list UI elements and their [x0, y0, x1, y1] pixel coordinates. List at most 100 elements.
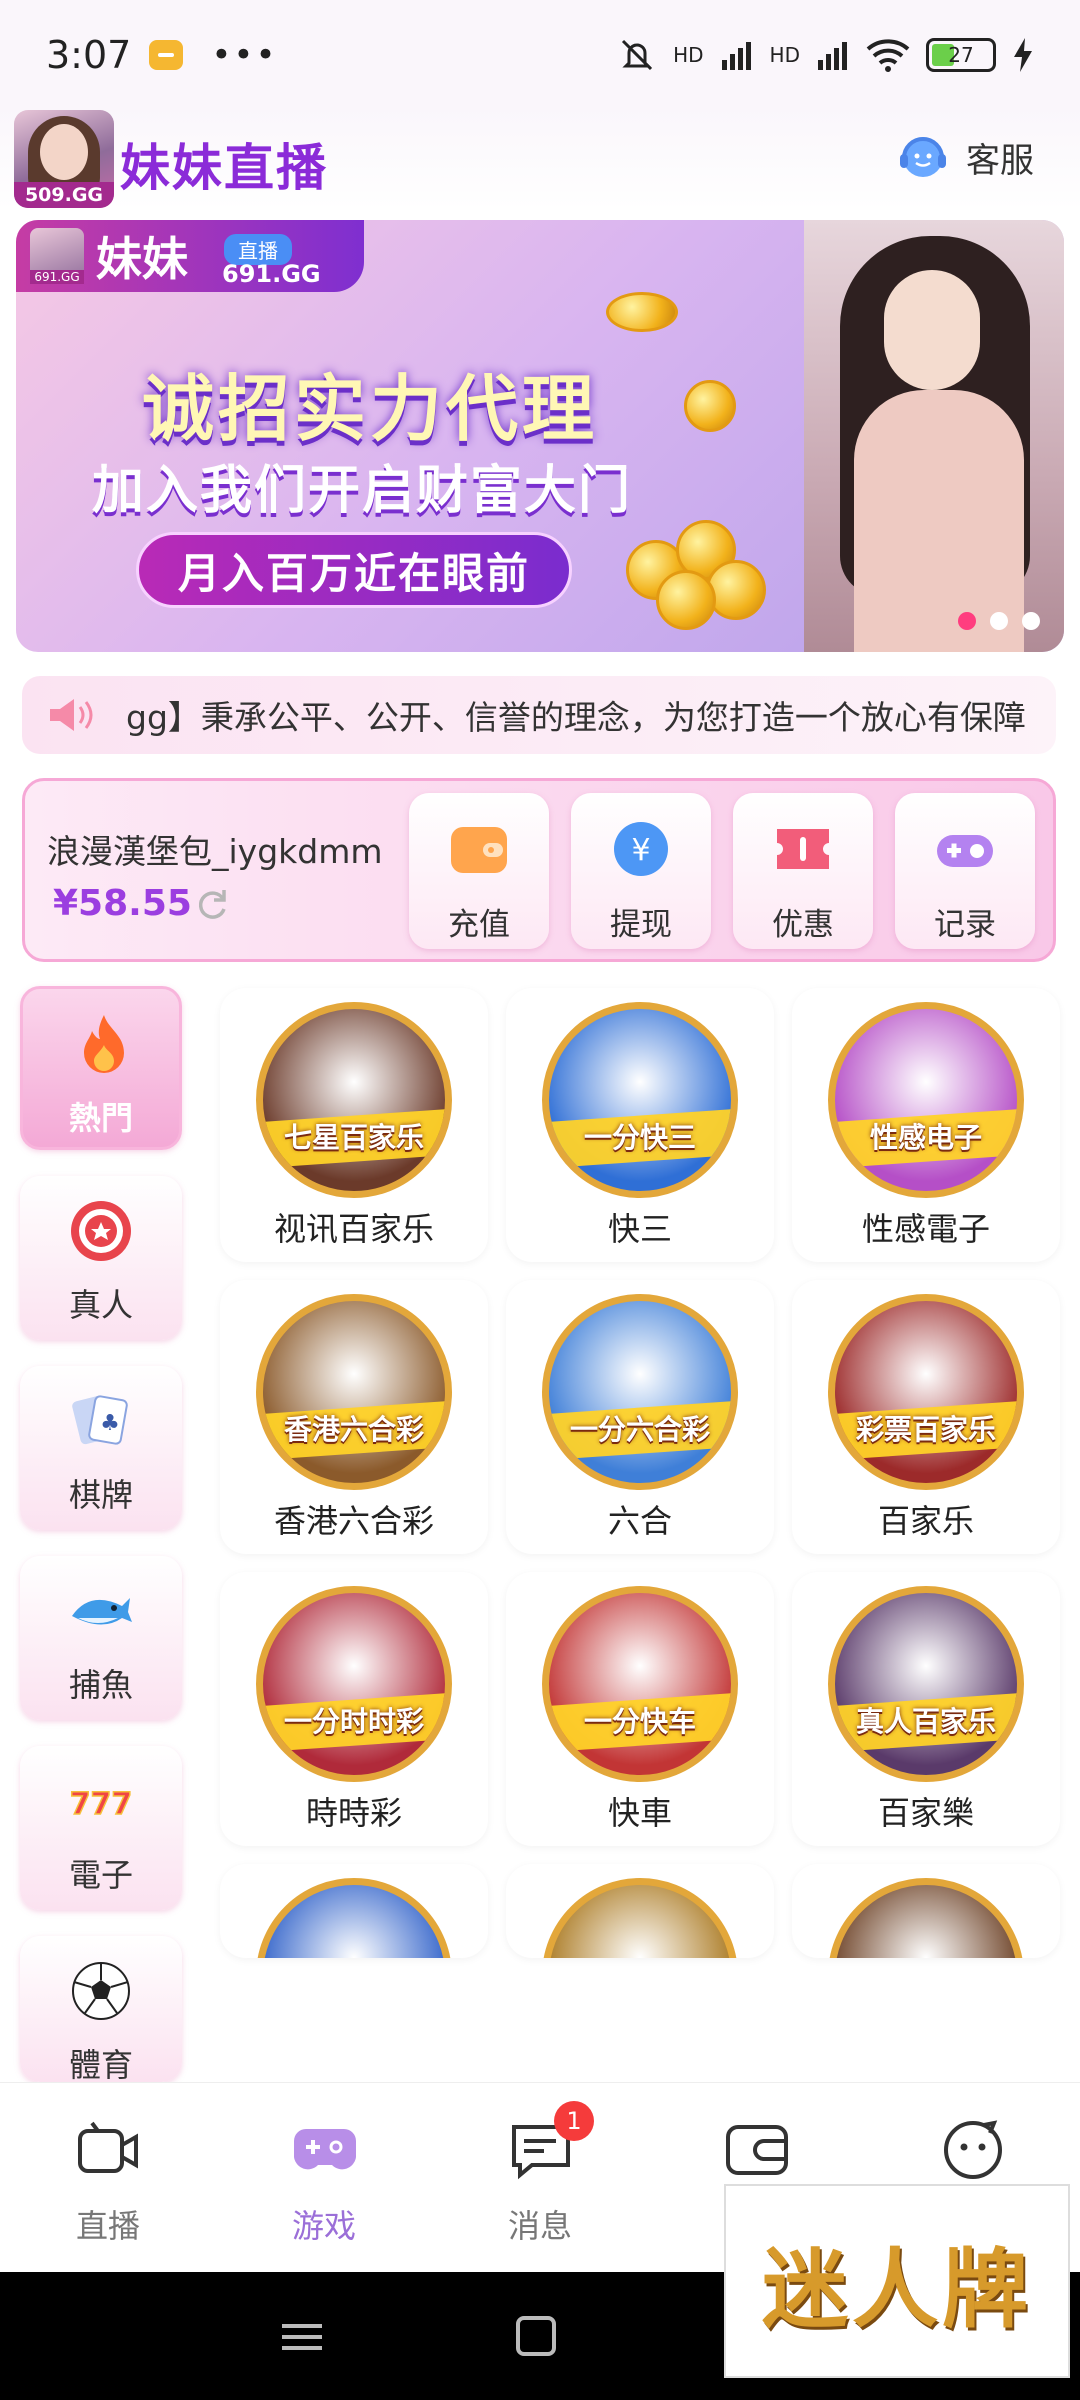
customer-service-label: 客服: [966, 140, 1034, 181]
game-tile[interactable]: 捕鱼: [220, 1864, 488, 1958]
records-button[interactable]: 记录: [895, 793, 1035, 949]
announcement-text: gg】秉承公平、公开、信誉的理念，为您打造一个放心有保障: [126, 698, 1026, 737]
flame-icon: [84, 1015, 124, 1073]
game-name: 快三: [607, 1210, 672, 1248]
game-tile[interactable]: 麻将胡了: [506, 1864, 774, 1958]
gold-coins-illustration: [606, 480, 776, 630]
game-icon-title: 一分六合彩: [569, 1413, 710, 1446]
game-icon-title: 性感电子: [869, 1121, 982, 1154]
promotions-button[interactable]: 优惠: [733, 793, 873, 949]
watermark-logo: 迷人牌: [724, 2184, 1070, 2378]
gamepad-icon: [937, 835, 993, 867]
game-icon: 抢庄牛牛: [828, 1878, 1024, 1958]
game-name: 百家乐: [877, 1502, 974, 1540]
game-icon: 彩票百家乐: [828, 1294, 1024, 1490]
nav-live[interactable]: 直播: [0, 2083, 216, 2273]
category-label: 棋牌: [68, 1476, 133, 1514]
game-icon-title: 香港六合彩: [283, 1413, 424, 1446]
banner-dot-3[interactable]: [1022, 612, 1040, 630]
nav-messages[interactable]: 1 消息: [432, 2083, 648, 2273]
floating-coin-2: [684, 380, 736, 432]
banner-model-image: [804, 220, 1064, 652]
banner-tag-domain: 691.GG: [222, 260, 321, 288]
game-name: 性感電子: [861, 1210, 990, 1248]
game-tile[interactable]: 抢庄牛牛: [792, 1864, 1060, 1958]
category-label: 捕魚: [68, 1666, 133, 1704]
customer-service-button[interactable]: 客服: [896, 130, 1034, 184]
game-tile[interactable]: 一分六合彩 六合: [506, 1280, 774, 1554]
withdraw-button[interactable]: ¥ 提现: [571, 793, 711, 949]
ticket-icon: [777, 829, 829, 869]
refresh-icon[interactable]: [193, 885, 231, 923]
poker-chip-icon: [71, 1201, 131, 1261]
game-name: 快車: [607, 1794, 672, 1832]
home-icon[interactable]: [516, 2316, 556, 2356]
game-icon: 捕鱼: [256, 1878, 452, 1958]
category-label: 電子: [68, 1856, 133, 1894]
svg-text:♣: ♣: [100, 1411, 120, 1436]
promotions-label: 优惠: [772, 907, 834, 943]
message-count-badge: 1: [554, 2101, 594, 2141]
more-notifications-icon: •••: [211, 35, 278, 75]
banner-subline: 加入我们开启财富大门: [92, 461, 633, 521]
category-live[interactable]: 真人: [20, 1176, 182, 1340]
balance: ¥58.55: [53, 883, 192, 924]
game-icon-title: 一分时时彩: [283, 1705, 424, 1738]
chat-notification-icon: [149, 40, 184, 70]
records-label: 记录: [934, 907, 996, 943]
battery-level: 27: [948, 43, 974, 67]
recent-apps-icon[interactable]: [282, 2322, 322, 2352]
deposit-button[interactable]: 充值: [409, 793, 549, 949]
banner-headline: 诚招实力代理: [142, 367, 599, 451]
game-tile[interactable]: 真人百家乐 百家樂: [792, 1572, 1060, 1846]
game-name: 百家樂: [877, 1794, 974, 1832]
game-tile[interactable]: 一分时时彩 時時彩: [220, 1572, 488, 1846]
category-sports[interactable]: 體育: [20, 1936, 182, 2084]
banner-brand-tag: 691.GG 妹妹 直播 691.GG: [16, 220, 364, 292]
game-tile[interactable]: 一分快三 快三: [506, 988, 774, 1262]
game-tile[interactable]: 性感电子 性感電子: [792, 988, 1060, 1262]
banner-dot-1[interactable]: [958, 612, 976, 630]
game-tile[interactable]: 彩票百家乐 百家乐: [792, 1280, 1060, 1554]
soccer-ball-icon: [72, 1962, 130, 2020]
game-name: 香港六合彩: [273, 1502, 434, 1540]
withdraw-label: 提现: [610, 907, 672, 943]
game-icon: 七星百家乐: [256, 1002, 452, 1198]
brand-title: 妹妹直播: [120, 139, 328, 197]
video-camera-icon: [78, 2121, 138, 2173]
yuan-coin-icon: ¥: [614, 822, 668, 876]
category-label: 熱門: [68, 1099, 133, 1137]
wallet-card: 浪漫漢堡包_iygkdmm ¥58.55 充值 ¥ 提现 优惠 记录: [22, 778, 1056, 962]
battery-icon: 27: [926, 38, 996, 72]
category-slots[interactable]: 777 電子: [20, 1746, 182, 1910]
wifi-icon: [866, 39, 910, 72]
game-name: 六合: [607, 1502, 672, 1540]
banner-mini-domain: 691.GG: [30, 270, 84, 284]
banner-tag-name: 妹妹: [96, 232, 188, 286]
game-icon-title: 一分快三: [583, 1121, 696, 1154]
category-hot[interactable]: 熱門: [20, 986, 182, 1150]
nav-messages-label: 消息: [507, 2207, 572, 2245]
nav-live-label: 直播: [75, 2207, 140, 2245]
game-tile[interactable]: 一分快车 快車: [506, 1572, 774, 1846]
game-icon: 麻将胡了: [542, 1878, 738, 1958]
game-tile[interactable]: 七星百家乐 视讯百家乐: [220, 988, 488, 1262]
promo-banner[interactable]: 691.GG 妹妹 直播 691.GG 诚招实力代理 加入我们开启财富大门 月入…: [16, 220, 1064, 652]
slot-777-icon: 777: [69, 1786, 133, 1823]
announcement-marquee[interactable]: gg】秉承公平、公开、信誉的理念，为您打造一个放心有保障: [22, 676, 1056, 754]
category-label: 真人: [68, 1286, 133, 1324]
category-label: 體育: [68, 2046, 133, 2084]
app-header: 509.GG 妹妹直播 客服: [0, 106, 1080, 210]
nav-games-label: 游戏: [291, 2207, 356, 2245]
banner-pill: 月入百万近在眼前: [136, 532, 572, 608]
category-fishing[interactable]: 捕魚: [20, 1556, 182, 1720]
game-tile[interactable]: 香港六合彩 香港六合彩: [220, 1280, 488, 1554]
signal-icon-2: [818, 42, 847, 70]
game-icon: 一分快三: [542, 1002, 738, 1198]
signal-icon-1: [721, 42, 751, 70]
nav-games[interactable]: 游戏: [216, 2083, 432, 2273]
shark-icon: [72, 1598, 132, 1625]
banner-dot-2[interactable]: [990, 612, 1008, 630]
game-icon-title: 彩票百家乐: [855, 1413, 996, 1446]
category-cards[interactable]: ♣ 棋牌: [20, 1366, 182, 1530]
